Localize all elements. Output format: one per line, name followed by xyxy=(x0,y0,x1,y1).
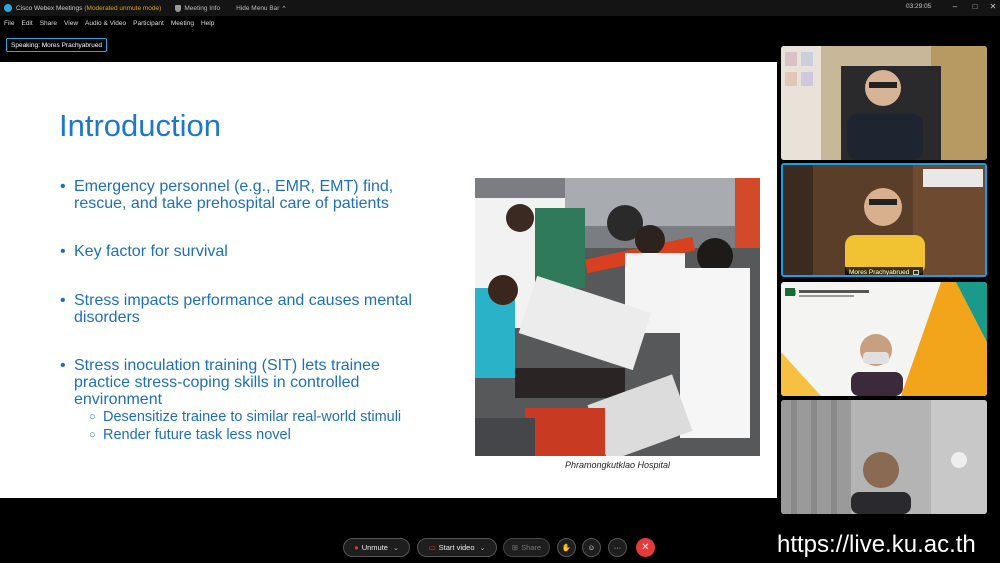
hide-menu-bar-label: Hide Menu Bar xyxy=(236,4,280,12)
participant-name-tag: Mores Prachyabrued xyxy=(845,267,924,276)
participant-video-tile[interactable] xyxy=(781,46,987,160)
chevron-down-icon[interactable]: ⌄ xyxy=(480,544,486,552)
meeting-info-label: Meeting Info xyxy=(184,4,221,12)
menu-bar: File Edit Share View Audio & Video Parti… xyxy=(0,16,1000,30)
unmute-label: Unmute xyxy=(361,543,388,552)
menu-help[interactable]: Help xyxy=(201,20,214,27)
share-button[interactable]: ⊞ Share xyxy=(503,538,550,557)
slide-sub-bullet: Render future task less novel xyxy=(89,427,291,444)
meeting-mode-label: (Moderated unmute mode) xyxy=(84,4,162,12)
start-video-button[interactable]: ▭ Start video ⌄ xyxy=(417,538,497,557)
participant-video-tile-active-speaker[interactable]: Mores Prachyabrued xyxy=(781,163,987,277)
maximize-button[interactable]: □ xyxy=(970,2,980,11)
clock-time: 03:29:05 xyxy=(906,3,932,10)
emergency-rescue-photo xyxy=(475,178,760,456)
start-video-label: Start video xyxy=(438,543,475,552)
participant-name: Mores Prachyabrued xyxy=(849,268,910,276)
slide-bullet: Emergency personnel (e.g., EMR, EMT) fin… xyxy=(60,178,393,212)
reactions-button[interactable]: ☺ xyxy=(582,538,601,557)
slide-bullet: Key factor for survival xyxy=(60,243,228,260)
participant-video-tile[interactable] xyxy=(781,400,987,514)
share-icon: ⊞ xyxy=(511,543,519,552)
microphone-muted-icon: ● xyxy=(354,543,359,552)
slide-sub-bullet: Desensitize trainee to similar real-worl… xyxy=(89,409,401,426)
menu-share[interactable]: Share xyxy=(40,20,57,27)
shield-icon xyxy=(175,4,182,12)
slide-bullet: Stress impacts performance and causes me… xyxy=(60,292,412,326)
meeting-info-button[interactable]: Meeting Info xyxy=(175,4,221,12)
raise-hand-button[interactable]: ✋ xyxy=(557,538,576,557)
menu-file[interactable]: File xyxy=(4,20,14,27)
slide-title: Introduction xyxy=(59,108,221,143)
slide-bullet: Stress inoculation training (SIT) lets t… xyxy=(60,357,380,408)
menu-audio-video[interactable]: Audio & Video xyxy=(85,20,126,27)
menu-participant[interactable]: Participant xyxy=(133,20,164,27)
hand-icon: ✋ xyxy=(561,543,572,552)
participant-video-tile[interactable]: KU xyxy=(781,282,987,396)
close-window-button[interactable]: ✕ xyxy=(988,2,998,11)
more-options-button[interactable]: ··· xyxy=(608,538,627,557)
shared-slide: Introduction Emergency personnel (e.g., … xyxy=(0,62,777,498)
speaking-indicator: Speaking: Mores Prachyabrued xyxy=(6,38,108,52)
hide-menu-bar-button[interactable]: Hide Menu Bar ^ xyxy=(236,5,285,12)
menu-edit[interactable]: Edit xyxy=(21,20,32,27)
smiley-icon: ☺ xyxy=(587,543,596,552)
app-title: Cisco Webex Meetings xyxy=(16,4,83,12)
screen-share-icon xyxy=(913,269,920,275)
menu-meeting[interactable]: Meeting xyxy=(171,20,194,27)
minimize-button[interactable]: – xyxy=(950,2,960,11)
share-label: Share xyxy=(521,543,542,552)
photo-caption: Phramongkutklao Hospital xyxy=(564,460,671,470)
leave-meeting-button[interactable]: ✕ xyxy=(636,538,655,557)
chevron-down-icon[interactable]: ⌄ xyxy=(393,544,399,552)
video-off-icon: ▭ xyxy=(428,543,436,552)
webex-logo-icon xyxy=(4,4,12,12)
live-ku-watermark: https://live.ku.ac.th xyxy=(777,531,976,558)
chevron-up-icon: ^ xyxy=(282,4,286,12)
unmute-button[interactable]: ● Unmute ⌄ xyxy=(343,538,410,557)
window-title-bar: Cisco Webex Meetings (Moderated unmute m… xyxy=(0,0,1000,16)
ku-logo-text: KU xyxy=(785,289,796,298)
menu-view[interactable]: View xyxy=(64,20,78,27)
